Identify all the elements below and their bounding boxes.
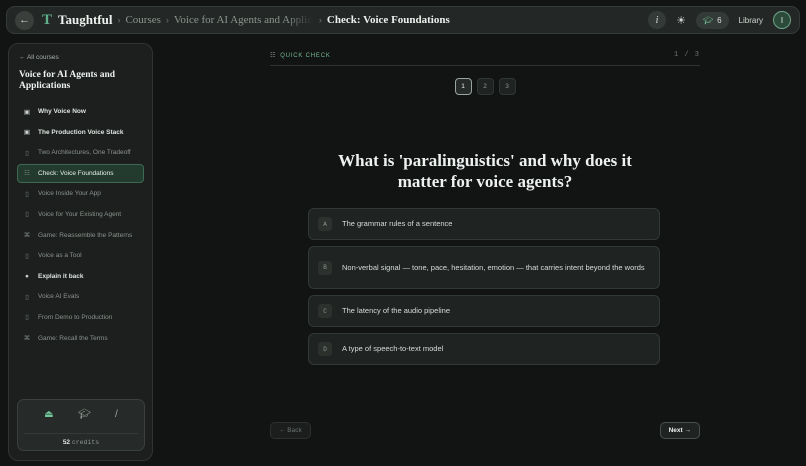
- answer-option-a[interactable]: A The grammar rules of a sentence: [308, 208, 660, 240]
- film-icon: ▯: [25, 293, 29, 301]
- film-icon: ▯: [25, 252, 29, 260]
- answer-option-d[interactable]: D A type of speech-to-text model: [308, 333, 660, 365]
- graduation-cap-icon[interactable]: 🎓︎: [78, 409, 91, 428]
- film-icon: ▯: [25, 211, 29, 219]
- logo-icon: T: [42, 11, 53, 28]
- breadcrumb-courses[interactable]: Courses: [125, 14, 160, 26]
- sidebar-item-game-reassemble[interactable]: ⌘ Game: Reassemble the Patterns: [17, 226, 144, 245]
- credits-balance: 52 credits: [24, 433, 138, 446]
- sidebar-item-two-architectures[interactable]: ▯ Two Architectures, One Tradeoff: [17, 143, 144, 162]
- next-button[interactable]: Next →: [659, 422, 700, 439]
- list-icon: ☷: [24, 170, 30, 178]
- sun-icon[interactable]: ☀: [676, 14, 686, 27]
- quiz-panel: ☷ QUICK CHECK 1 / 3 1 2 3 What is 'parali…: [270, 45, 700, 460]
- answer-option-b[interactable]: B Non-verbal signal — tone, pace, hesita…: [308, 246, 660, 289]
- course-title: Voice for AI Agents and Applications: [19, 70, 116, 91]
- option-text: Non-verbal signal — tone, pace, hesitati…: [342, 262, 645, 272]
- film-icon: ▯: [25, 190, 29, 198]
- sidebar-item-check-voice-foundations[interactable]: ☷ Check: Voice Foundations: [17, 163, 144, 183]
- sidebar-item-label: From Demo to Production: [38, 313, 113, 321]
- step-button[interactable]: 1: [454, 78, 472, 95]
- option-key: C: [318, 304, 332, 318]
- credits-amount: 52: [62, 439, 71, 446]
- credits-badge[interactable]: 🎓︎ 6: [695, 11, 729, 29]
- step-button[interactable]: 3: [498, 78, 516, 95]
- breadcrumb-current: Check: Voice Foundations: [326, 14, 450, 26]
- sidebar-item-label: Why Voice Now: [38, 108, 86, 115]
- sidebar-item-voice-existing-agent[interactable]: ▯ Voice for Your Existing Agent: [17, 205, 144, 224]
- sidebar-item-label: Check: Voice Foundations: [38, 169, 114, 177]
- badge-count: 6: [717, 15, 722, 25]
- sidebar-item-production-voice-stack[interactable]: ▣ The Production Voice Stack: [17, 123, 144, 142]
- film-icon: ▯: [25, 149, 29, 157]
- answer-options: A The grammar rules of a sentence B Non-…: [308, 208, 660, 365]
- sidebar-item-why-voice-now[interactable]: ▣ Why Voice Now: [17, 102, 144, 121]
- gamepad-icon: ⌘: [23, 335, 31, 343]
- option-text: The latency of the audio pipeline: [342, 306, 450, 315]
- sidebar-item-label: Voice Inside Your App: [38, 190, 101, 198]
- back-button[interactable]: ← Back: [270, 422, 311, 439]
- pen-icon[interactable]: /: [115, 409, 118, 428]
- graduation-cap-icon: 🎓︎: [702, 15, 714, 25]
- option-key: A: [318, 217, 332, 231]
- brand-name[interactable]: Taughtful: [58, 12, 112, 28]
- option-text: A type of speech-to-text model: [342, 344, 444, 353]
- option-key: B: [318, 260, 332, 275]
- sidebar-item-label: Voice for Your Existing Agent: [38, 210, 122, 218]
- option-text: The grammar rules of a sentence: [342, 219, 453, 228]
- gamepad-icon: ⌘: [23, 232, 31, 240]
- sidebar-item-label: Game: Recall the Terms: [38, 334, 108, 342]
- sidebar-item-voice-as-a-tool[interactable]: ▯ Voice as a Tool: [17, 246, 144, 265]
- avatar[interactable]: I: [773, 11, 791, 29]
- option-key: D: [318, 342, 332, 356]
- breadcrumb-separator: ›: [165, 15, 169, 25]
- sidebar-item-label: The Production Voice Stack: [38, 128, 124, 136]
- all-courses-link[interactable]: ← All courses: [19, 54, 144, 61]
- list-icon: ☷: [270, 52, 277, 59]
- credits-unit: credits: [71, 439, 100, 446]
- step-button[interactable]: 2: [476, 78, 494, 95]
- sidebar-item-game-recall-terms[interactable]: ⌘ Game: Recall the Terms: [17, 329, 144, 348]
- sidebar-item-label: Game: Reassemble the Patterns: [38, 231, 133, 239]
- quiz-label: ☷ QUICK CHECK: [270, 52, 331, 59]
- answer-option-c[interactable]: C The latency of the audio pipeline: [308, 295, 660, 327]
- film-icon: ▯: [25, 314, 29, 322]
- top-bar: ← T Taughtful › Courses › Voice for AI A…: [6, 6, 800, 34]
- quiz-header: ☷ QUICK CHECK 1 / 3: [270, 45, 700, 66]
- sidebar: ← All courses Voice for AI Agents and Ap…: [8, 43, 153, 461]
- info-icon[interactable]: i: [648, 11, 667, 29]
- back-arrow-icon[interactable]: ←: [15, 10, 34, 30]
- credits-panel: ⏏ 🎓︎ / 52 credits: [17, 399, 145, 451]
- sidebar-item-label: Voice AI Evals: [38, 293, 80, 301]
- microphone-icon: ●: [25, 272, 29, 280]
- sidebar-item-label: Explain it back: [38, 272, 84, 280]
- sidebar-item-explain-it-back[interactable]: ● Explain it back: [17, 267, 144, 286]
- bell-icon[interactable]: ⏏: [44, 409, 53, 428]
- question-counter: 1 / 3: [673, 51, 700, 59]
- library-link[interactable]: Library: [739, 16, 763, 25]
- breadcrumb-separator: ›: [318, 15, 322, 25]
- sidebar-item-voice-inside-your-app[interactable]: ▯ Voice Inside Your App: [17, 184, 144, 203]
- question-text: What is 'paralinguistics' and why does i…: [338, 151, 632, 191]
- film-icon: ▣: [23, 108, 31, 116]
- breadcrumb-separator: ›: [117, 15, 121, 25]
- film-icon: ▣: [23, 129, 31, 137]
- sidebar-item-label: Voice as a Tool: [38, 252, 82, 260]
- question-steps: 1 2 3: [270, 78, 700, 95]
- sidebar-item-demo-to-production[interactable]: ▯ From Demo to Production: [17, 308, 144, 327]
- sidebar-item-label: Two Architectures, One Tradeoff: [38, 149, 131, 157]
- breadcrumb-course[interactable]: Voice for AI Agents and Applications: [174, 14, 314, 26]
- sidebar-item-voice-ai-evals[interactable]: ▯ Voice AI Evals: [17, 287, 144, 306]
